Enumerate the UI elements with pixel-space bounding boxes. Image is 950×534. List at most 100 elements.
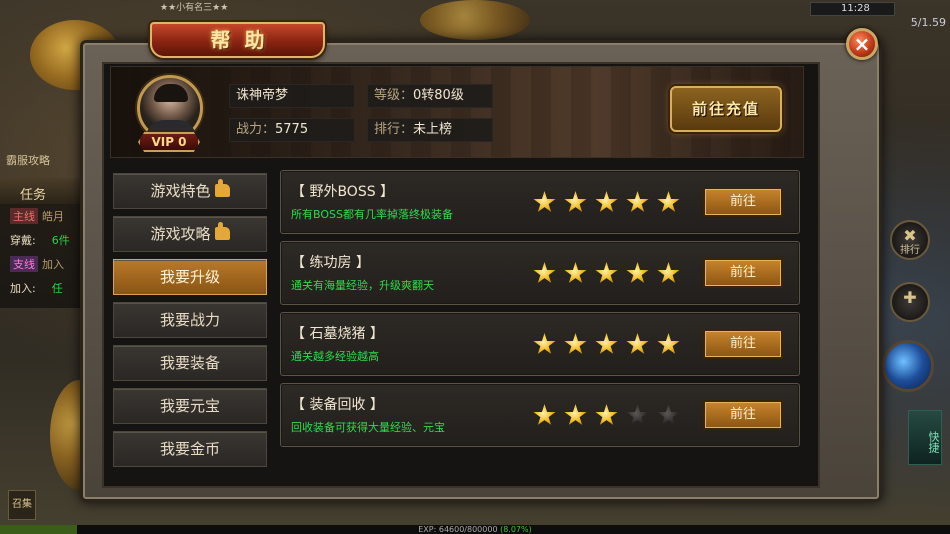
task-tag: 加入:: [10, 282, 36, 295]
task-tag: 主线: [10, 208, 38, 224]
task-title: 任务: [0, 178, 84, 204]
nav-button[interactable]: 我要装备: [113, 345, 267, 381]
nav-button[interactable]: 我要金币: [113, 431, 267, 467]
nav-button-label: 我要元宝: [159, 397, 220, 415]
star-empty-icon: [626, 404, 649, 425]
star-filled-icon: [626, 333, 649, 354]
list-item-title: 【 石墓烧猪 】: [291, 326, 384, 342]
star-filled-icon: [595, 262, 618, 283]
star-rating: [533, 191, 688, 215]
task-row[interactable]: 支线 加入: [0, 252, 84, 276]
task-tag: 支线: [10, 256, 38, 272]
star-rating: [533, 262, 688, 286]
thumbs-up-icon: [214, 222, 230, 240]
star-filled-icon: [595, 404, 618, 425]
rank-value: 未上榜: [413, 122, 453, 137]
nav-button-label: 我要升级: [159, 268, 220, 286]
exp-bar: EXP: 64600/800000 (8.07%): [0, 525, 950, 534]
strategy-link[interactable]: 霸服攻略: [6, 152, 50, 168]
star-rating: [533, 404, 688, 428]
star-rating: [533, 333, 688, 357]
task-value: 加入: [42, 258, 64, 271]
go-button[interactable]: 前往: [703, 400, 783, 430]
task-row[interactable]: 加入: 任: [0, 276, 84, 300]
nav-button-label: 游戏特色: [150, 182, 211, 200]
star-filled-icon: [533, 404, 556, 425]
exp-percent: (8.07%): [500, 525, 532, 534]
nav-button-label: 我要金币: [159, 440, 220, 458]
level-value: 0转80级: [413, 88, 464, 103]
ranking-button[interactable]: ✖ 排行: [890, 220, 930, 260]
power-label: 战力：: [236, 122, 276, 137]
list-item-description: 所有BOSS都有几率掉落终极装备: [291, 208, 453, 221]
level-label: 等级：: [374, 88, 414, 103]
star-filled-icon: [657, 333, 680, 354]
star-empty-icon: [657, 404, 680, 425]
shortcut-strip[interactable]: 快捷: [908, 410, 942, 465]
task-extra: 任: [51, 282, 63, 295]
compass-icon: ✚: [903, 288, 917, 307]
list-item-description: 通关有海量经验，升级爽翻天: [291, 279, 434, 292]
star-filled-icon: [564, 262, 587, 283]
go-button[interactable]: 前往: [703, 187, 783, 217]
dialog-title: 帮助: [150, 22, 325, 58]
list-item: 【 野外BOSS 】所有BOSS都有几率掉落终极装备 前往: [280, 170, 800, 234]
star-filled-icon: [564, 404, 587, 425]
nav-button[interactable]: 我要升级: [113, 259, 267, 295]
close-button[interactable]: ×: [846, 28, 878, 60]
go-button[interactable]: 前往: [703, 258, 783, 288]
list-item-description: 通关越多经验越高: [291, 350, 379, 363]
task-tag: 穿戴:: [10, 234, 36, 247]
list-item: 【 石墓烧猪 】通关越多经验越高 前往: [280, 312, 800, 376]
task-value: 皓月: [42, 210, 64, 223]
task-extra: 6件: [51, 234, 70, 247]
star-filled-icon: [533, 333, 556, 354]
star-filled-icon: [595, 191, 618, 212]
player-name-value: 诛神帝梦: [236, 88, 289, 103]
clock: 11:28: [810, 2, 895, 16]
player-avatar[interactable]: [137, 75, 203, 141]
player-name: 诛神帝梦: [229, 84, 355, 108]
thumbs-up-icon: [214, 179, 230, 197]
nav-button[interactable]: 游戏特色: [113, 173, 267, 209]
recharge-button[interactable]: 前往充值: [670, 86, 782, 132]
task-row[interactable]: 主线 皓月: [0, 204, 84, 228]
star-filled-icon: [564, 191, 587, 212]
vip-badge: VIP 0: [138, 132, 200, 152]
ranking-label: 排行: [900, 245, 920, 256]
list-item-title: 【 练功房 】: [291, 255, 370, 271]
list-item: 【 练功房 】通关有海量经验，升级爽翻天 前往: [280, 241, 800, 305]
clock-sub: 5/1.59: [910, 16, 946, 29]
top-status-text: ★★小有名三★★: [160, 3, 229, 13]
star-filled-icon: [595, 333, 618, 354]
player-level: 等级：0转80级: [367, 84, 493, 108]
task-panel[interactable]: 任务 主线 皓月 穿戴: 6件 支线 加入 加入: 任: [0, 178, 85, 308]
rank-label: 排行：: [374, 122, 414, 137]
player-rank: 排行：未上榜: [367, 118, 493, 142]
skill-orb[interactable]: [882, 340, 934, 392]
exp-label: EXP: 64600/800000: [418, 525, 498, 534]
exp-fill: [0, 525, 77, 534]
summon-button[interactable]: 召集: [8, 490, 36, 520]
nav-button[interactable]: 游戏攻略: [113, 216, 267, 252]
star-filled-icon: [657, 262, 680, 283]
power-value: 5775: [275, 122, 309, 137]
star-filled-icon: [626, 191, 649, 212]
star-filled-icon: [564, 333, 587, 354]
go-button[interactable]: 前往: [703, 329, 783, 359]
star-filled-icon: [533, 262, 556, 283]
list-item-description: 回收装备可获得大量经验、元宝: [291, 421, 445, 434]
nav-button[interactable]: 我要元宝: [113, 388, 267, 424]
list-item: 【 装备回收 】回收装备可获得大量经验、元宝 前往: [280, 383, 800, 447]
star-filled-icon: [626, 262, 649, 283]
nav-button-label: 我要战力: [159, 311, 220, 329]
crossed-swords-icon: ✖: [903, 226, 917, 245]
compass-button[interactable]: ✚: [890, 282, 930, 322]
task-row[interactable]: 穿戴: 6件: [0, 228, 84, 252]
star-filled-icon: [657, 191, 680, 212]
nav-button[interactable]: 我要战力: [113, 302, 267, 338]
list-item-title: 【 野外BOSS 】: [291, 184, 395, 200]
star-filled-icon: [533, 191, 556, 212]
nav-button-label: 我要装备: [159, 354, 220, 372]
list-item-title: 【 装备回收 】: [291, 397, 384, 413]
